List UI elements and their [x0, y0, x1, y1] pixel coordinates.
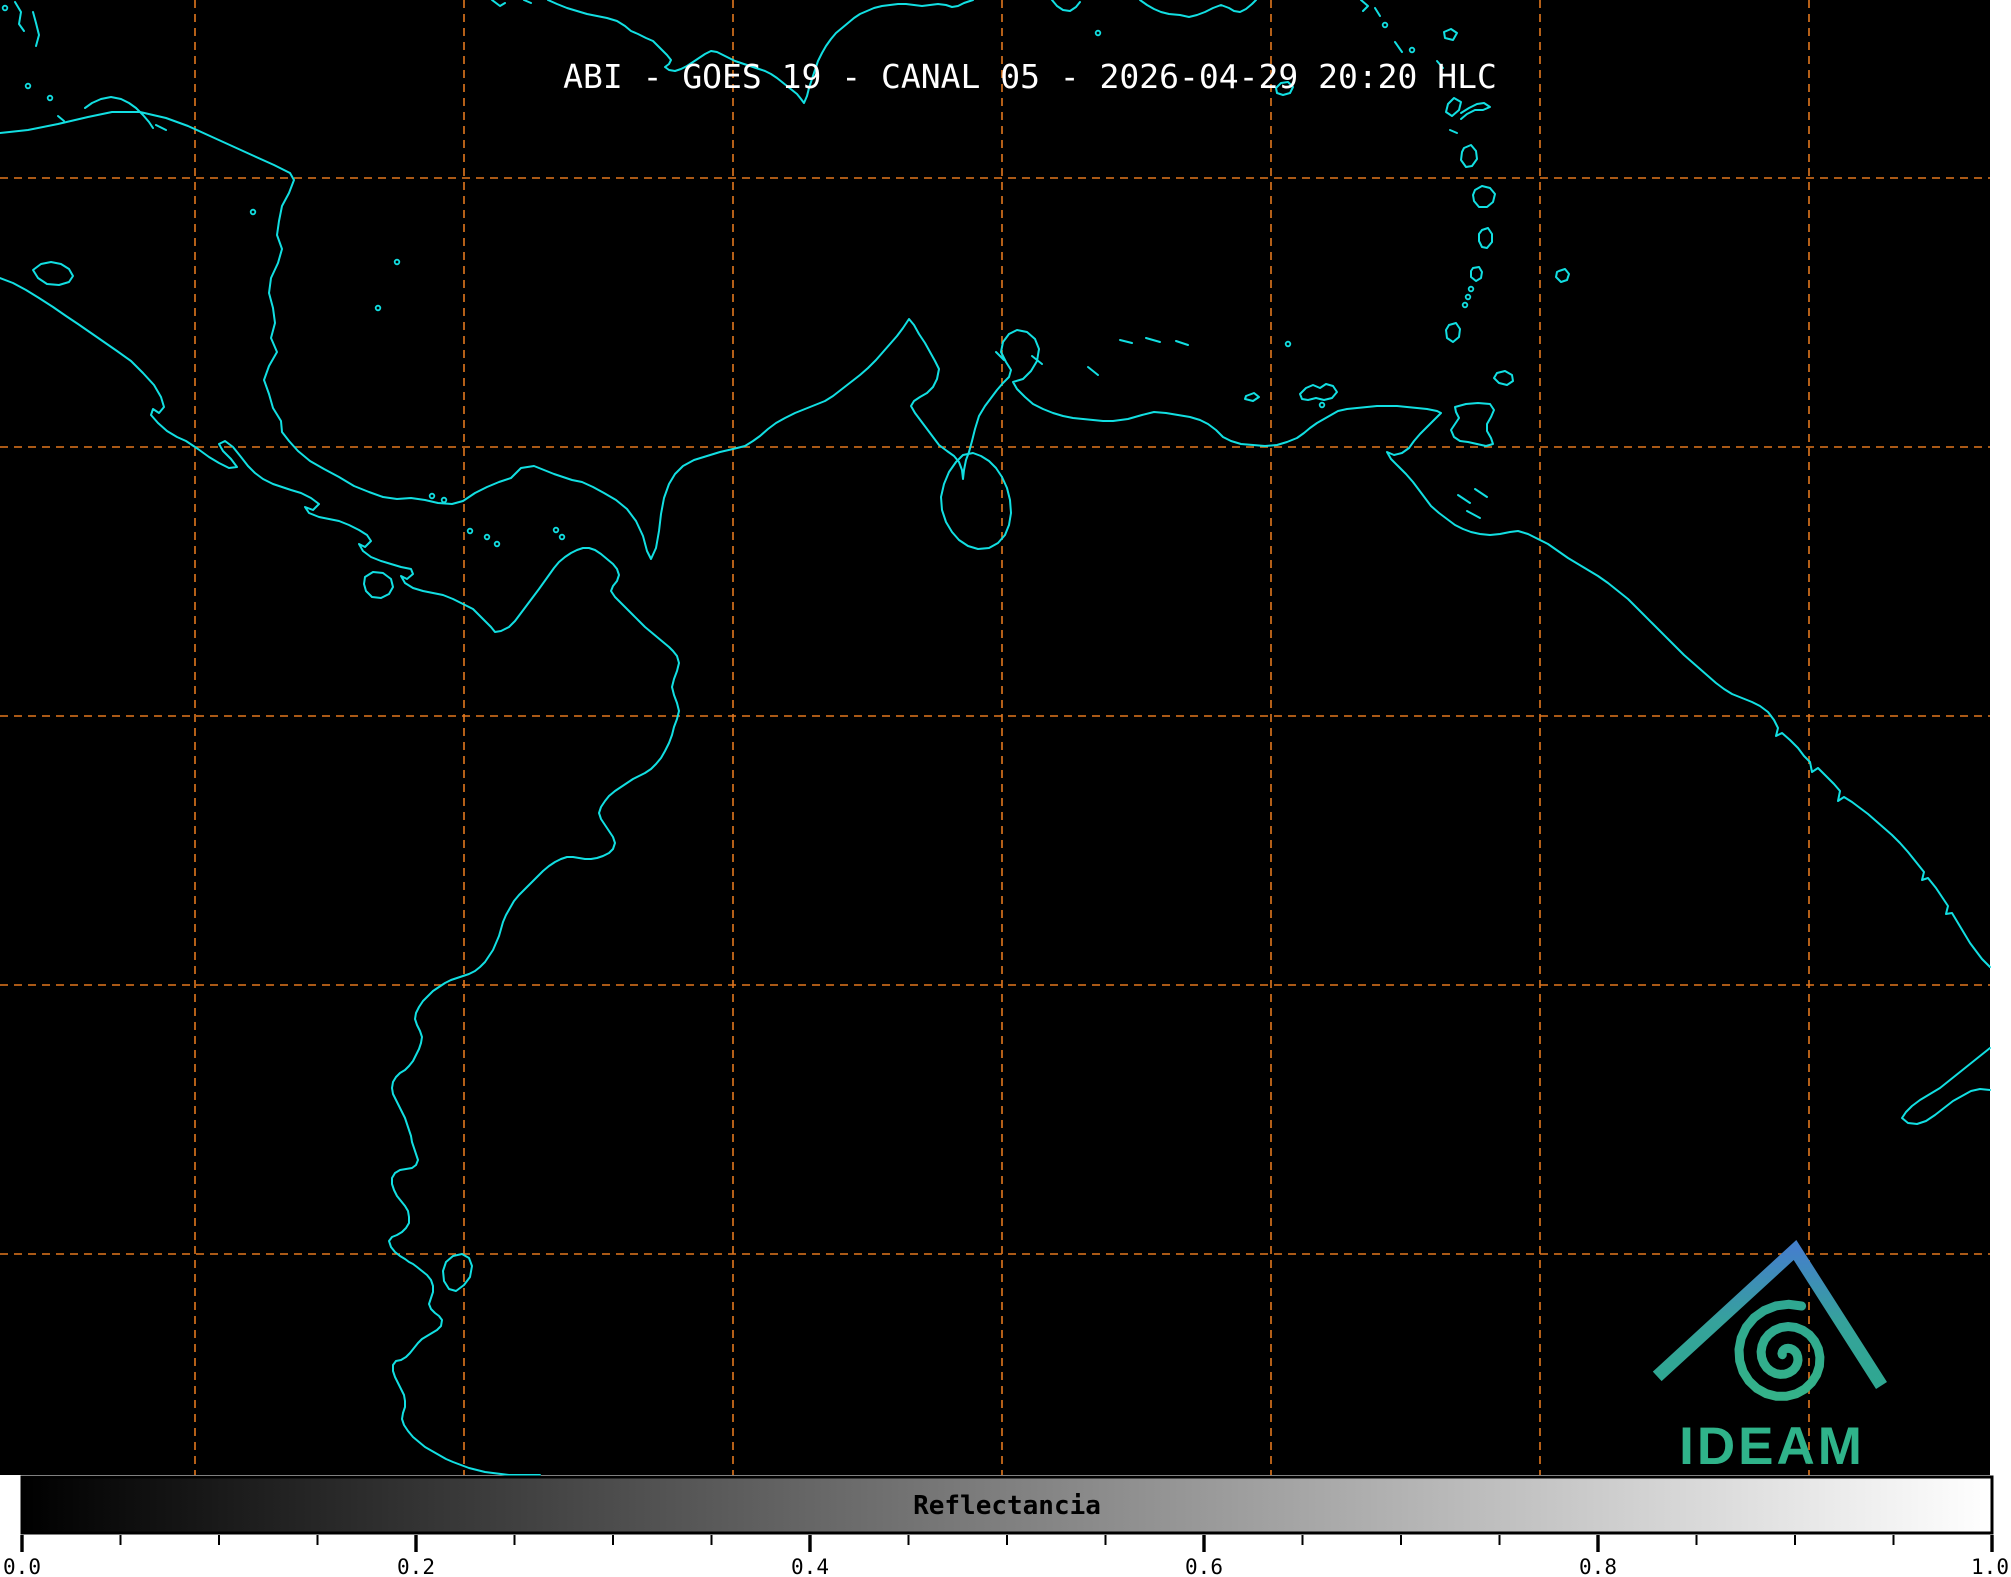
- product-title: ABI - GOES 19 - CANAL 05 - 2026-04-29 20…: [563, 57, 1497, 96]
- colorbar-tick-label: 1.0: [1971, 1555, 2009, 1577]
- reflectance-colorbar: Reflectancia 0.0 0.2 0.4 0.6 0.8 1.0: [3, 1475, 2009, 1577]
- goes-satellite-image: ABI - GOES 19 - CANAL 05 - 2026-04-29 20…: [0, 0, 2009, 1577]
- satellite-product-figure: ABI - GOES 19 - CANAL 05 - 2026-04-29 20…: [0, 0, 2011, 1577]
- ideam-wordmark: IDEAM: [1679, 1417, 1865, 1476]
- colorbar-title: Reflectancia: [913, 1491, 1101, 1521]
- colorbar-tick-label: 0.8: [1579, 1555, 1617, 1577]
- colorbar-tick-labels: 0.0 0.2 0.4 0.6 0.8 1.0: [3, 1555, 2009, 1577]
- colorbar-tick-label: 0.2: [397, 1555, 435, 1577]
- colorbar-ticks: [20, 1535, 1994, 1552]
- colorbar-tick-label: 0.0: [3, 1555, 41, 1577]
- colorbar-tick-label: 0.6: [1185, 1555, 1223, 1577]
- colorbar-tick-label: 0.4: [791, 1555, 829, 1577]
